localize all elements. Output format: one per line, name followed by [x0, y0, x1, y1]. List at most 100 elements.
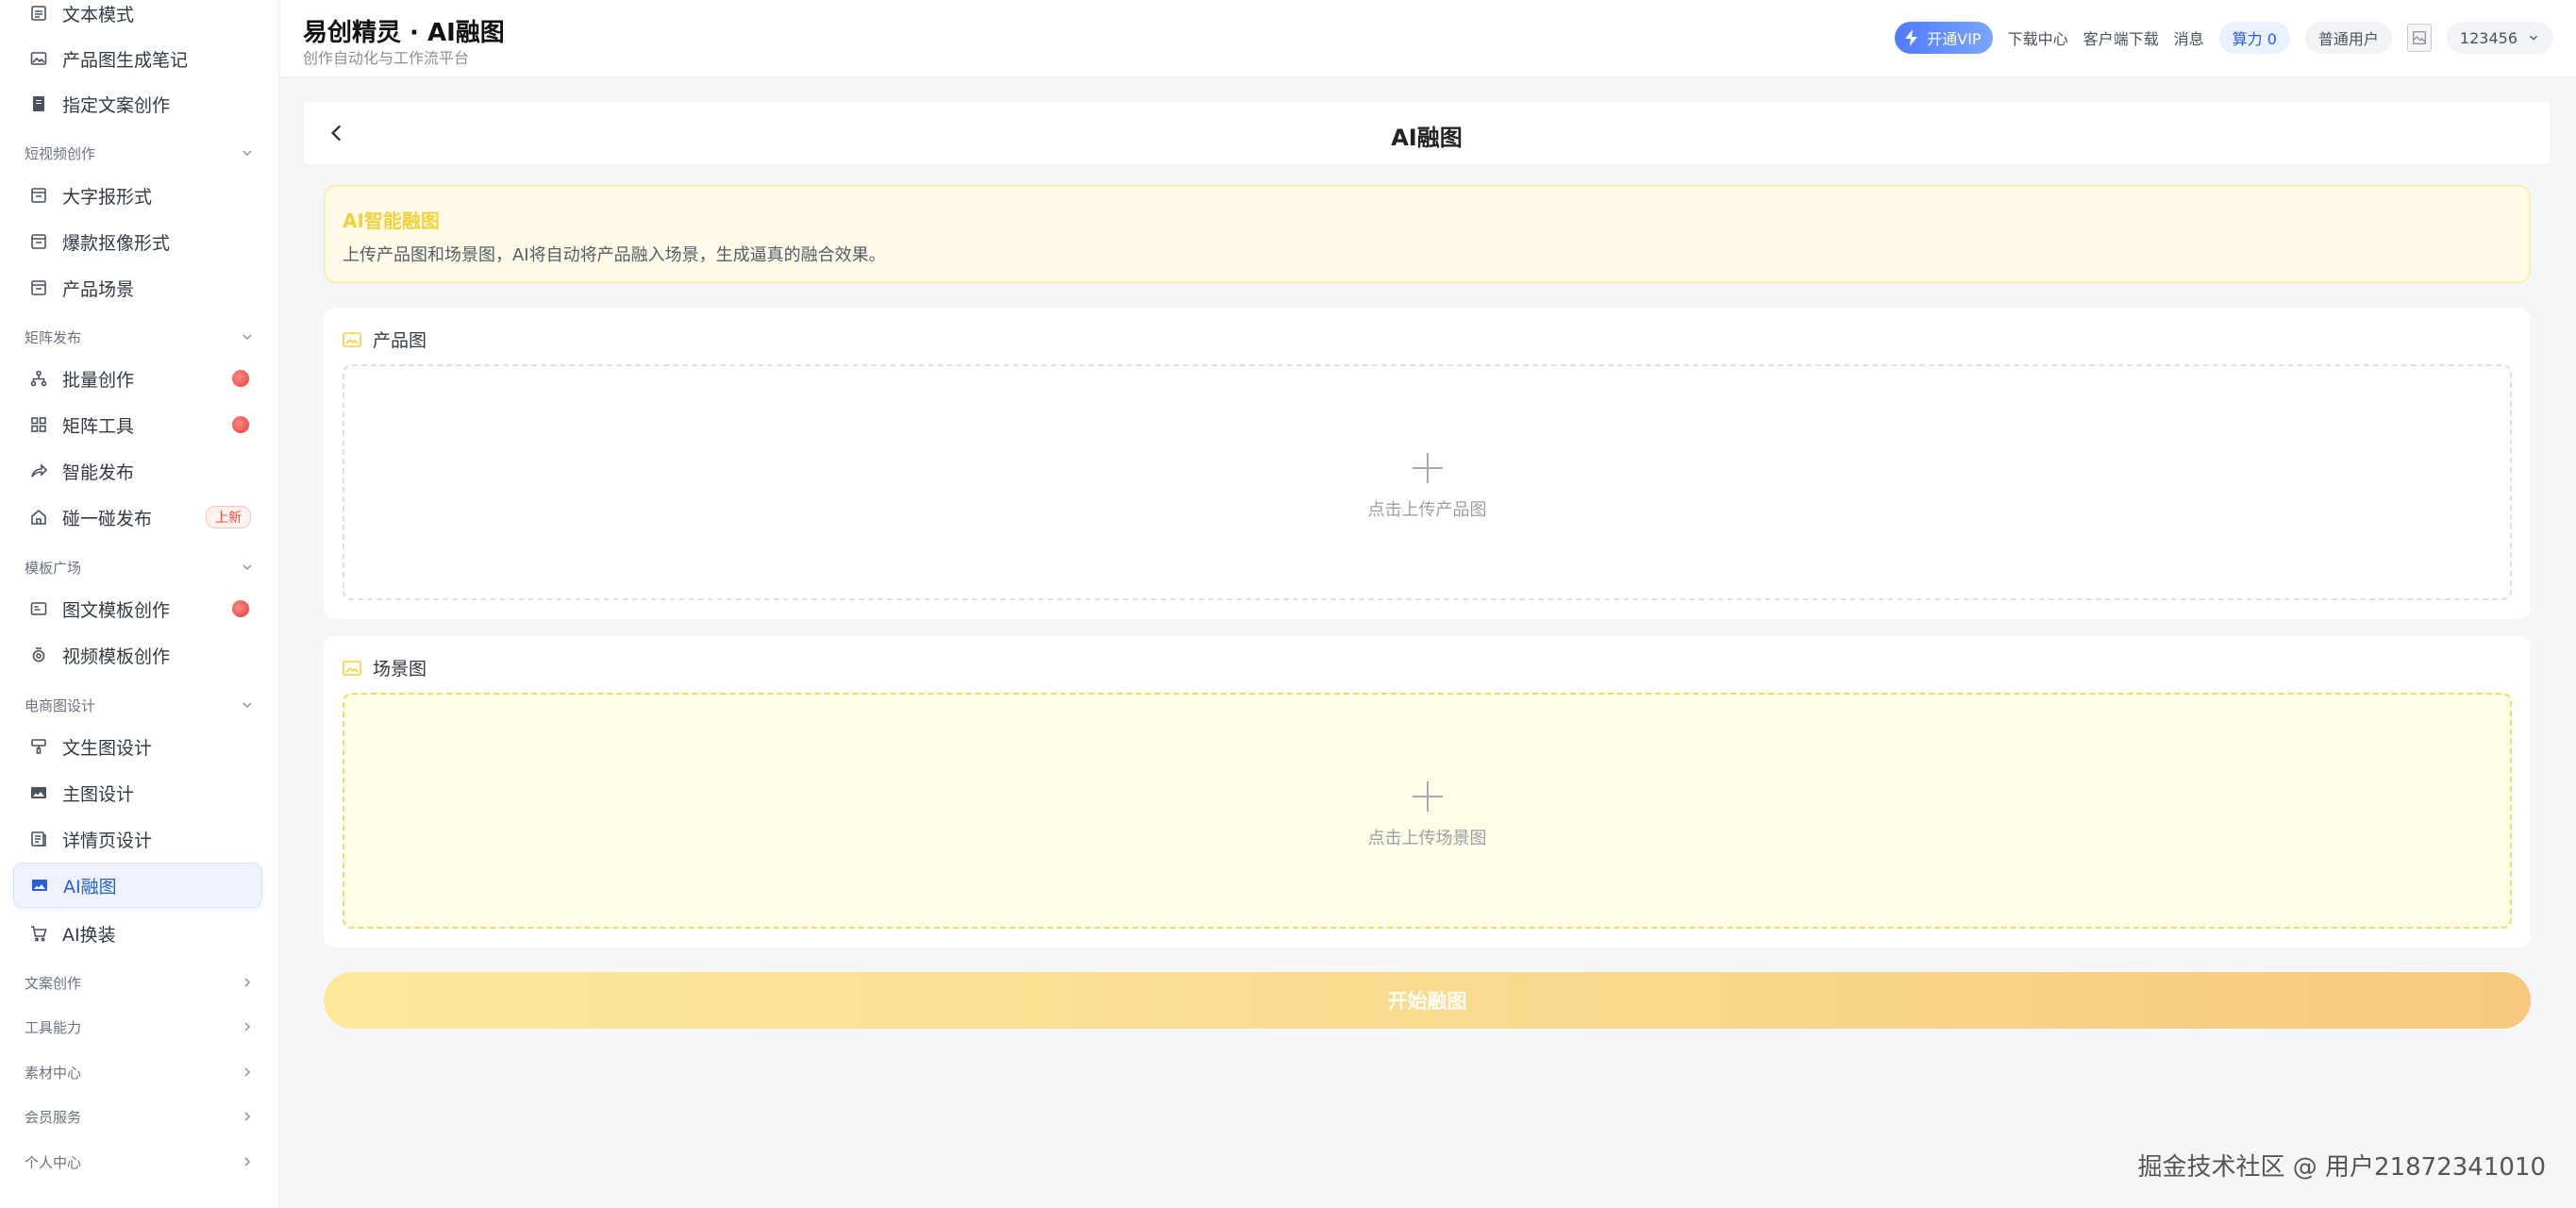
plus-icon [1412, 453, 1443, 483]
sidebar-item-detail-page[interactable]: 详情页设计 [13, 816, 262, 862]
messages-link[interactable]: 消息 [2174, 26, 2204, 49]
sidebar-item-product-scene[interactable]: 产品场景 [13, 265, 262, 310]
sidebar-item-smart-publish[interactable]: 智能发布 [13, 448, 262, 494]
nav-group-tools[interactable]: 工具能力 [25, 1012, 255, 1042]
sidebar-item-label: 矩阵工具 [62, 415, 135, 437]
sidebar-item-batch[interactable]: 批量创作 [13, 356, 262, 401]
sidebar-item-label: AI融图 [63, 876, 117, 898]
lightning-icon [1905, 29, 1918, 46]
page-title: AI融图 [1391, 125, 1463, 151]
notebook-icon [28, 93, 49, 114]
home-icon [28, 507, 49, 528]
calendar-icon [28, 277, 49, 298]
scene-image-label: 场景图 [343, 655, 427, 680]
chevron-down-icon [243, 702, 252, 709]
sidebar-item-copy-create[interactable]: 指定文案创作 [13, 81, 262, 126]
info-title: AI智能融图 [343, 210, 440, 232]
sidebar: 文本模式 产品图生成笔记 指定文案创作 短视频创作 大字报形式 爆款抠像形式 产… [0, 0, 279, 1208]
sidebar-item-video-template[interactable]: 视频模板创作 [13, 632, 262, 678]
video-icon [28, 645, 49, 665]
nav-group-templates[interactable]: 模板广场 [25, 552, 255, 582]
sidebar-item-label: 文本模式 [62, 4, 135, 25]
user-menu[interactable]: 123456 [2446, 22, 2553, 54]
sidebar-item-label: 主图设计 [62, 783, 135, 805]
sidebar-item-matrix-tools[interactable]: 矩阵工具 [13, 402, 262, 447]
sidebar-item-ai-fusion[interactable]: AI融图 [13, 863, 262, 908]
nav-group-membership[interactable]: 会员服务 [25, 1101, 255, 1132]
nav-group-matrix[interactable]: 矩阵发布 [25, 322, 255, 352]
sidebar-item-label: 文生图设计 [62, 737, 153, 759]
doc-icon [28, 3, 49, 24]
sidebar-item-product-note[interactable]: 产品图生成笔记 [13, 36, 262, 81]
info-banner: AI智能融图 上传产品图和场景图，AI将自动将产品融入场景，生成逼真的融合效果。 [324, 185, 2531, 283]
share-icon [28, 461, 49, 481]
chevron-down-icon [243, 334, 252, 341]
product-image-label: 产品图 [343, 327, 427, 352]
start-fusion-button[interactable]: 开始融图 [324, 972, 2531, 1029]
sidebar-item-image-template[interactable]: 图文模板创作 [13, 586, 262, 631]
power-badge[interactable]: 算力 0 [2218, 22, 2290, 54]
product-upload-dropzone[interactable]: 点击上传产品图 [343, 364, 2512, 600]
nav-group-personal[interactable]: 个人中心 [25, 1147, 255, 1177]
sidebar-item-label: 详情页设计 [62, 830, 153, 851]
scene-upload-text: 点击上传场景图 [1367, 829, 1487, 848]
chevron-right-icon [244, 1022, 251, 1032]
image-icon [343, 660, 361, 676]
app-subtitle: 创作自动化与工作流平台 [303, 49, 470, 67]
chevron-down-icon [243, 150, 252, 157]
card-icon [28, 598, 49, 619]
sidebar-item-ai-outfit[interactable]: AI换装 [13, 911, 262, 956]
calendar-icon [28, 231, 49, 252]
sidebar-item-text2img[interactable]: 文生图设计 [13, 724, 262, 769]
download-center-link[interactable]: 下载中心 [2008, 26, 2068, 49]
sidebar-item-cutout[interactable]: 爆款抠像形式 [13, 219, 262, 264]
product-image-card: 产品图 点击上传产品图 [324, 308, 2531, 619]
scene-image-card: 场景图 点击上传场景图 [324, 636, 2531, 948]
calendar-icon [28, 185, 49, 206]
header-actions: 开通VIP 下载中心 客户端下载 消息 算力 0 普通用户 123456 [1895, 19, 2553, 57]
org-icon [28, 368, 49, 389]
product-upload-text: 点击上传产品图 [1367, 500, 1487, 520]
chevron-down-icon [2530, 35, 2537, 41]
sidebar-item-big-poster[interactable]: 大字报形式 [13, 173, 262, 218]
sidebar-item-label: 产品图生成笔记 [62, 49, 189, 71]
sidebar-item-label: 碰一碰发布 [62, 508, 153, 529]
image-icon [28, 48, 49, 69]
top-header: 易创精灵 · AI融图 创作自动化与工作流平台 开通VIP 下载中心 客户端下载… [280, 0, 2576, 77]
nav-group-ecommerce[interactable]: 电商图设计 [25, 690, 255, 720]
hot-icon [232, 600, 249, 617]
chevron-right-icon [244, 1157, 251, 1166]
list-icon [28, 829, 49, 849]
sidebar-item-label: 图文模板创作 [62, 599, 171, 621]
sidebar-item-label: 智能发布 [62, 461, 135, 483]
sidebar-item-label: AI换装 [62, 924, 116, 946]
broken-image-icon [2412, 31, 2426, 44]
sidebar-item-main-image[interactable]: 主图设计 [13, 770, 262, 815]
avatar[interactable] [2406, 24, 2432, 52]
scene-upload-dropzone[interactable]: 点击上传场景图 [343, 693, 2512, 929]
chevron-right-icon [244, 1112, 251, 1121]
sidebar-item-label: 指定文案创作 [62, 94, 171, 116]
page-title-bar: AI融图 [304, 102, 2550, 164]
vip-button[interactable]: 开通VIP [1895, 22, 1993, 54]
user-level-badge[interactable]: 普通用户 [2304, 22, 2392, 54]
info-description: 上传产品图和场景图，AI将自动将产品融入场景，生成逼真的融合效果。 [343, 245, 886, 265]
client-download-link[interactable]: 客户端下载 [2083, 26, 2159, 49]
hot-icon [232, 370, 249, 387]
plus-icon [1412, 781, 1443, 812]
chevron-right-icon [244, 978, 251, 987]
nav-group-short-video[interactable]: 短视频创作 [25, 138, 255, 168]
sidebar-item-tap-publish[interactable]: 碰一碰发布 上新 [13, 495, 262, 540]
nav-group-materials[interactable]: 素材中心 [25, 1057, 255, 1087]
new-badge: 上新 [206, 506, 251, 528]
watermark: 掘金技术社区 @ 用户21872341010 [2137, 1153, 2547, 1182]
sidebar-item-text-mode[interactable]: 文本模式 [13, 0, 262, 36]
sidebar-item-label: 视频模板创作 [62, 646, 171, 667]
chevron-right-icon [244, 1067, 251, 1077]
brush-icon [28, 736, 49, 757]
sidebar-item-label: 大字报形式 [62, 186, 153, 208]
photo-icon [29, 875, 50, 896]
nav-group-copywriting[interactable]: 文案创作 [25, 967, 255, 998]
hot-icon [232, 416, 249, 433]
sidebar-item-label: 爆款抠像形式 [62, 232, 171, 254]
